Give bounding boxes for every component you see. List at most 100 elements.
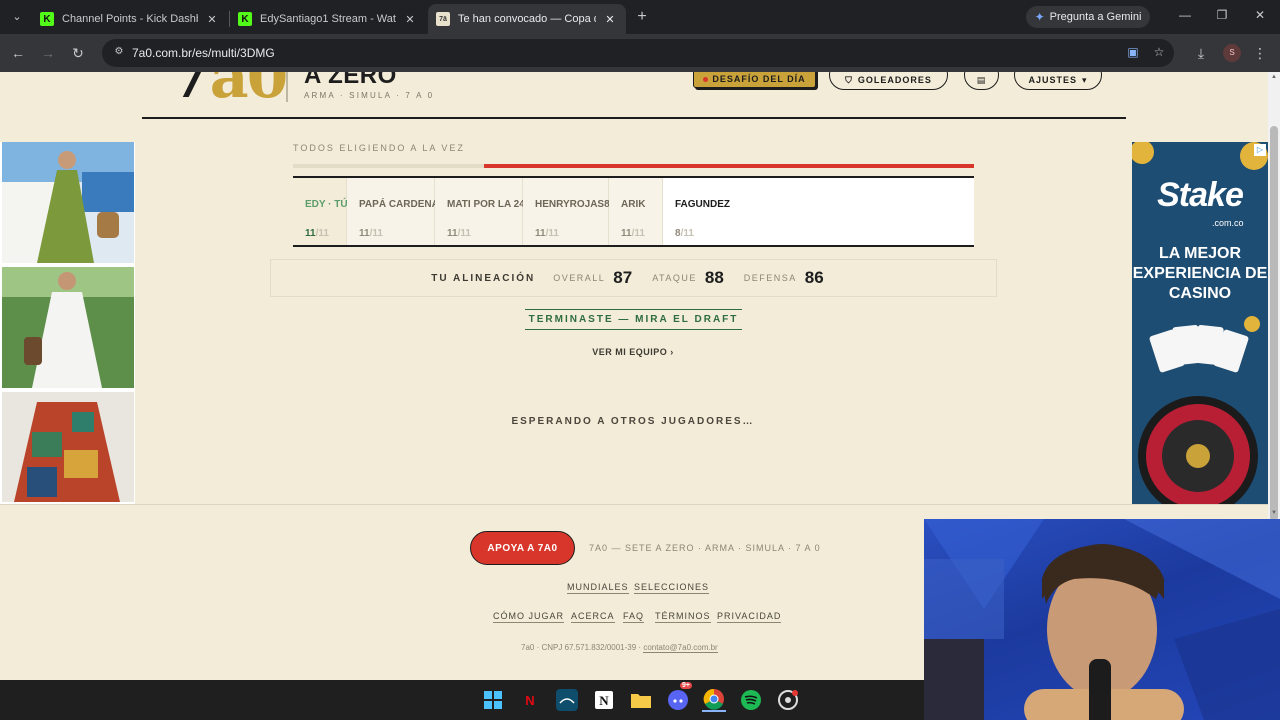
windows-taskbar: N N 9+ — [0, 680, 924, 720]
kick-favicon-icon: K — [40, 12, 54, 26]
ajustes-label: AJUSTES — [1028, 75, 1077, 85]
streamer-webcam — [924, 519, 1280, 720]
apoya-button[interactable]: APOYA A 7A0 — [470, 531, 575, 565]
footer-link-acerca[interactable]: ACERCA — [571, 611, 615, 623]
ataque-value: 88 — [704, 268, 724, 287]
goleadores-label: GOLEADORES — [857, 75, 932, 85]
draft-progress-bar — [293, 164, 974, 168]
overall-label: OVERALL — [553, 273, 606, 283]
ad-green-dress-image[interactable] — [2, 142, 134, 263]
contact-email-link[interactable]: contato@7a0.com.br — [643, 643, 718, 653]
site-settings-icon[interactable]: ⚙ — [112, 46, 126, 60]
player-card[interactable]: PAPÁ CARDENAL 11/11 — [347, 178, 445, 245]
footer-tagline: 7A0 — SETE A ZERO · ARMA · SIMULA · 7 A … — [589, 543, 821, 553]
netflix-icon[interactable]: N — [518, 688, 542, 712]
link-rule — [525, 309, 742, 310]
chevron-down-icon: ▾ — [1081, 74, 1088, 85]
site-logo[interactable]: 7ā0 — [170, 72, 288, 112]
obs-icon[interactable] — [776, 688, 800, 712]
ajustes-button[interactable]: AJUSTES ▾ — [1014, 72, 1102, 90]
omnibox[interactable]: ⚙ 7a0.com.br/es/multi/3DMG ▣ ☆ — [102, 39, 1174, 67]
stake-tagline: LA MEJOR EXPERIENCIA DE CASINO — [1132, 245, 1268, 302]
new-tab-button[interactable]: + — [632, 7, 652, 27]
site-title: A ZERO — [304, 72, 397, 89]
player-score: 11/11 — [359, 228, 383, 239]
windows-start-icon[interactable] — [481, 688, 505, 712]
svg-text:N: N — [599, 693, 609, 708]
scrollbar-thumb[interactable] — [1270, 126, 1278, 521]
player-card[interactable]: ARIK 11/11 — [609, 178, 663, 245]
browser-tab-bar: ⌄ K Channel Points - Kick Dashboard ✕ K … — [0, 0, 1280, 34]
player-name: HENRYROJAS85 — [535, 199, 616, 210]
stake-domain: .com.co — [1212, 218, 1244, 228]
header-rule — [142, 117, 1126, 119]
notion-icon[interactable]: N — [592, 688, 616, 712]
calendar-button[interactable]: ▤ — [964, 72, 999, 90]
scroll-up-icon[interactable]: ▲ — [1270, 74, 1278, 80]
tab-kick-dashboard[interactable]: K Channel Points - Kick Dashboard ✕ — [32, 4, 228, 34]
ad-choices-icon[interactable]: ▷ — [1254, 144, 1266, 156]
download-icon[interactable]: ⤓ — [1191, 43, 1211, 63]
spotify-icon[interactable] — [739, 688, 763, 712]
gemini-button[interactable]: ✦ Pregunta a Gemini — [1026, 6, 1150, 28]
file-explorer-icon[interactable] — [629, 688, 653, 712]
tab-edysantiago-stream[interactable]: K EdySantiago1 Stream - Watch Live ✕ — [230, 4, 426, 34]
window-close-icon[interactable]: ✕ — [1250, 8, 1270, 22]
ad-white-dress-image[interactable] — [2, 267, 134, 388]
reload-icon[interactable]: ↻ — [68, 43, 88, 63]
player-card[interactable]: MATI POR LA 24 11/11 — [435, 178, 525, 245]
tab-title: Te han convocado — Copa de 8 — [458, 13, 596, 25]
url-text[interactable]: 7a0.com.br/es/multi/3DMG — [132, 46, 275, 60]
footer-link-terminos[interactable]: TÉRMINOS — [655, 611, 711, 623]
players-strip: EDY · TÚ 11/11 PAPÁ CARDENAL 11/11 MATI … — [293, 176, 974, 247]
ver-mi-equipo-link[interactable]: VER MI EQUIPO › — [560, 347, 706, 357]
player-name: MATI POR LA 24 — [447, 199, 525, 210]
discord-icon[interactable]: 9+ — [666, 682, 692, 712]
lineup-summary: TU ALINEACIÓN OVERALL 87 ATAQUE 88 DEFEN… — [270, 259, 997, 297]
tab-title: Channel Points - Kick Dashboard — [62, 13, 198, 25]
chrome-icon[interactable] — [702, 688, 726, 712]
site-tagline: ARMA · SIMULA · 7 A 0 — [304, 91, 435, 100]
overall-value: 87 — [613, 268, 633, 287]
left-ad-banner[interactable] — [0, 142, 135, 504]
footer-link-selecciones[interactable]: SELECCIONES — [634, 582, 710, 594]
stake-logo: Stake — [1157, 176, 1244, 214]
scroll-down-icon[interactable]: ▼ — [1270, 510, 1278, 516]
bookmark-star-icon[interactable]: ☆ — [1150, 45, 1168, 61]
player-name: EDY · TÚ — [305, 199, 348, 210]
draft-progress-fill — [483, 164, 974, 168]
footer-link-como-jugar[interactable]: CÓMO JUGAR — [493, 611, 565, 623]
player-card[interactable]: FAGUNDEZ 8/11 — [663, 178, 974, 245]
player-name: ARIK — [621, 199, 646, 210]
profile-avatar[interactable]: S — [1223, 44, 1241, 62]
player-card[interactable]: HENRYROJAS85 11/11 — [523, 178, 615, 245]
kebab-menu-icon[interactable]: ⋮ — [1250, 43, 1270, 63]
forward-arrow-icon[interactable]: → — [38, 43, 58, 63]
gemini-label: Pregunta a Gemini — [1049, 11, 1142, 23]
right-ad-stake[interactable]: ▷ Stake .com.co LA MEJOR EXPERIENCIA DE … — [1132, 142, 1268, 504]
back-arrow-icon[interactable]: ← — [8, 43, 28, 63]
restore-icon[interactable]: ❐ — [1212, 8, 1232, 22]
draft-eyebrow: TODOS ELIGIENDO A LA VEZ — [293, 143, 465, 153]
footer-link-mundiales[interactable]: MUNDIALES — [567, 582, 629, 594]
close-icon[interactable]: ✕ — [402, 13, 418, 26]
player-card[interactable]: EDY · TÚ 11/11 — [293, 178, 348, 245]
minimize-icon[interactable]: — — [1175, 8, 1195, 22]
desafio-del-dia-button[interactable]: DESAFÍO DEL DÍA — [693, 72, 816, 88]
desafio-label: DESAFÍO DEL DÍA — [712, 74, 806, 84]
close-icon[interactable]: ✕ — [204, 13, 220, 26]
kick-favicon-icon: K — [238, 12, 252, 26]
tab-search-icon[interactable]: ⌄ — [6, 6, 28, 28]
cast-icon[interactable]: ▣ — [1124, 45, 1142, 61]
ad-patchwork-dress-image[interactable] — [2, 392, 134, 513]
goleadores-button[interactable]: ⛉ GOLEADORES — [829, 72, 948, 90]
footer-link-privacidad[interactable]: PRIVACIDAD — [717, 611, 782, 623]
player-name: PAPÁ CARDENAL — [359, 199, 445, 210]
tab-copa-de-8[interactable]: 7ā Te han convocado — Copa de 8 ✕ — [428, 4, 626, 34]
disney-plus-icon[interactable] — [555, 688, 579, 712]
7a0-favicon-icon: 7ā — [436, 12, 450, 26]
player-score: 11/11 — [621, 228, 645, 239]
mira-el-draft-link[interactable]: TERMINASTE — MIRA EL DRAFT — [525, 309, 742, 330]
footer-link-faq[interactable]: FAQ — [623, 611, 645, 623]
close-icon[interactable]: ✕ — [602, 13, 618, 26]
